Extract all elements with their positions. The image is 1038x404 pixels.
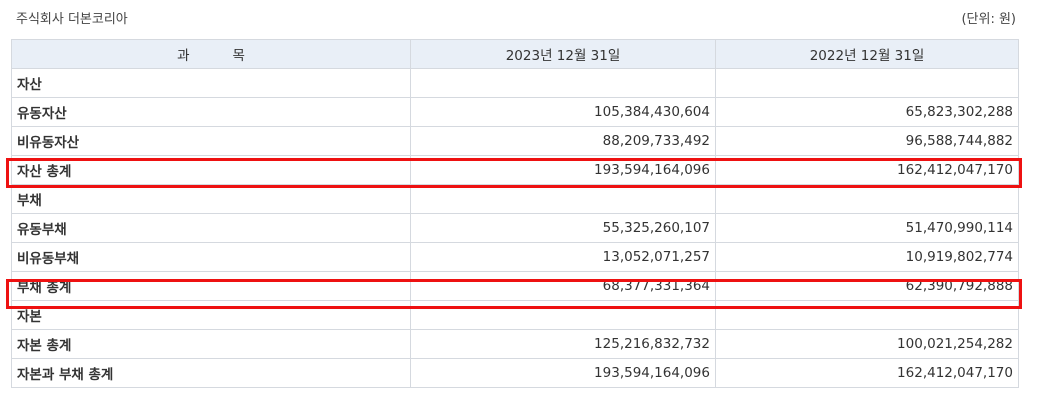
value-2023: 68,377,331,364 — [410, 271, 716, 301]
table-header-row: 과 목 2023년 12월 31일 2022년 12월 31일 — [11, 39, 1019, 69]
account-label: 자본 총계 — [11, 329, 411, 359]
column-header-2023: 2023년 12월 31일 — [410, 39, 716, 69]
table-row: 부채 총계 68,377,331,364 62,390,792,888 — [11, 271, 1019, 301]
account-label: 유동자산 — [11, 97, 411, 127]
account-label: 자본 — [11, 300, 411, 330]
value-2022 — [715, 300, 1019, 330]
column-header-2022: 2022년 12월 31일 — [715, 39, 1019, 69]
value-2022: 96,588,744,882 — [715, 126, 1019, 156]
value-2023 — [410, 300, 716, 330]
account-label: 비유동부채 — [11, 242, 411, 272]
value-2022 — [715, 184, 1019, 214]
value-2023: 13,052,071,257 — [410, 242, 716, 272]
account-label: 유동부채 — [11, 213, 411, 243]
table-row: 자산 총계 193,594,164,096 162,412,047,170 — [11, 155, 1019, 185]
value-2022: 162,412,047,170 — [715, 358, 1019, 388]
table-row: 유동자산 105,384,430,604 65,823,302,288 — [11, 97, 1019, 127]
value-2022: 62,390,792,888 — [715, 271, 1019, 301]
value-2022: 51,470,990,114 — [715, 213, 1019, 243]
table-row: 유동부채 55,325,260,107 51,470,990,114 — [11, 213, 1019, 243]
account-label: 자산 — [11, 68, 411, 98]
value-2022: 162,412,047,170 — [715, 155, 1019, 185]
value-2023: 125,216,832,732 — [410, 329, 716, 359]
value-2023: 193,594,164,096 — [410, 155, 716, 185]
table-row: 자산 — [11, 68, 1019, 98]
value-2022: 10,919,802,774 — [715, 242, 1019, 272]
value-2023 — [410, 68, 716, 98]
table-row: 부채 — [11, 184, 1019, 214]
value-2022: 100,021,254,282 — [715, 329, 1019, 359]
value-2023: 88,209,733,492 — [410, 126, 716, 156]
value-2023: 55,325,260,107 — [410, 213, 716, 243]
table-row: 자본과 부채 총계 193,594,164,096 162,412,047,17… — [11, 358, 1019, 388]
value-2023: 105,384,430,604 — [410, 97, 716, 127]
company-name: 주식회사 더본코리아 — [16, 11, 128, 27]
table-row: 비유동부채 13,052,071,257 10,919,802,774 — [11, 242, 1019, 272]
unit-label: (단위: 원) — [961, 11, 1016, 27]
column-header-account: 과 목 — [11, 39, 411, 69]
value-2023: 193,594,164,096 — [410, 358, 716, 388]
value-2022 — [715, 68, 1019, 98]
table-row: 자본 총계 125,216,832,732 100,021,254,282 — [11, 329, 1019, 359]
account-label: 부채 총계 — [11, 271, 411, 301]
value-2022: 65,823,302,288 — [715, 97, 1019, 127]
account-label: 부채 — [11, 184, 411, 214]
account-label: 비유동자산 — [11, 126, 411, 156]
table-row: 비유동자산 88,209,733,492 96,588,744,882 — [11, 126, 1019, 156]
table-row: 자본 — [11, 300, 1019, 330]
value-2023 — [410, 184, 716, 214]
table-caption: 주식회사 더본코리아 (단위: 원) — [16, 6, 1016, 28]
account-label: 자본과 부채 총계 — [11, 358, 411, 388]
account-label: 자산 총계 — [11, 155, 411, 185]
financial-statement-table: 과 목 2023년 12월 31일 2022년 12월 31일 자산 유동자산 … — [11, 39, 1019, 388]
